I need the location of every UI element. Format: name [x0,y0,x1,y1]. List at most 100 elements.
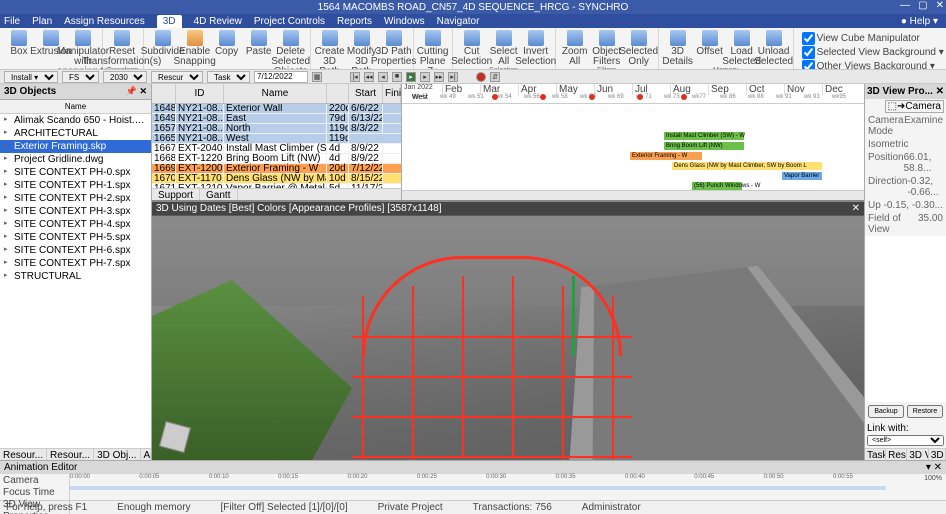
settings-select[interactable]: Install ▾ [4,71,58,83]
ribbon-enable-snapping[interactable]: Enable Snapping [180,30,210,67]
gantt-scrollbar[interactable] [402,190,864,200]
col-start[interactable]: Start [349,84,383,103]
gantt-bar[interactable]: Bring Boom Lift (NW) [664,142,744,150]
viewport-close-icon[interactable]: ✕ [852,203,860,214]
ribbon-paste[interactable]: Paste [244,30,274,57]
ribbon-invert-selection[interactable]: Invert Selection [521,30,551,67]
col-fin[interactable]: Fini... [383,84,401,103]
props-close-icon[interactable]: ✕ [936,86,944,97]
menu-file[interactable]: File [4,16,20,27]
grid-tab[interactable]: Gantt [200,189,237,200]
toggle-selected-view-background-[interactable]: Selected View Background ▾ [802,46,944,59]
settings-select[interactable]: 2030 [103,71,147,83]
left-tab[interactable]: Resour... [47,449,94,460]
ribbon-cutting-plane-z-[interactable]: Cutting Plane Z▾ [418,30,448,70]
anim-timeline[interactable]: 0:00:000:00:050:00:100:00:150:00:200:00:… [70,474,886,514]
link-with-select[interactable]: <self> [867,435,944,446]
focus-date-input[interactable] [254,71,308,83]
tree-item[interactable]: Project Gridline.dwg [0,153,151,166]
ribbon-offset[interactable]: Offset [695,30,725,57]
tree-item[interactable]: SITE CONTEXT PH-0.spx [0,166,151,179]
camera-button[interactable]: ⬚➜Camera [885,100,944,113]
menu-windows[interactable]: Windows [384,16,425,27]
ribbon-unload-selected[interactable]: Unload Selected [759,30,789,67]
help-menu[interactable]: ● Help ▾ [901,16,938,27]
right-tab[interactable]: 3D Vi... [907,449,929,460]
gantt-bar[interactable]: Install Mast Climber (SW) - W [664,132,744,140]
ribbon-3d-path-properties[interactable]: 3D Path Properties [379,30,409,67]
rewind-icon[interactable]: ◂◂ [364,72,374,82]
gantt-chart[interactable]: Jan 2022 FebMarAprMayJunJulAugSepOctNovD… [402,84,864,200]
tree-item[interactable]: SITE CONTEXT PH-5.spx [0,231,151,244]
menu-4d-review[interactable]: 4D Review [194,16,242,27]
toggle-view-cube-manipulator[interactable]: View Cube Manipulator [802,32,944,45]
settings-select[interactable]: Rescur [151,71,203,83]
ribbon-object-filters[interactable]: Object Filters [592,30,622,67]
left-tab[interactable]: Appear... [141,449,151,460]
fwd-icon[interactable]: ▸▸ [434,72,444,82]
gantt-bar[interactable]: Dens Glass (NW by Mast Climber, SW by Bo… [672,162,822,170]
anim-track-label[interactable]: Camera [3,475,66,487]
tree-item[interactable]: SITE CONTEXT PH-3.spx [0,205,151,218]
backup-button[interactable]: Backup [868,405,904,418]
ribbon-copy[interactable]: Copy [212,30,242,57]
gantt-bar[interactable]: Vapor Barrier [782,172,822,180]
anim-close-icon[interactable]: ▾ ✕ [926,462,942,473]
tree-item[interactable]: ARCHITECTURAL [0,127,151,140]
col-name[interactable]: Name [224,84,327,103]
settings-select[interactable]: Task [207,71,250,83]
viewport-3d[interactable]: 3D Using Dates [Best] Colors [Appearance… [152,202,864,460]
record-icon[interactable] [476,72,486,82]
gantt-bar[interactable]: Exterior Framing - W [630,152,702,160]
tree-item[interactable]: SITE CONTEXT PH-4.spx [0,218,151,231]
rewind-full-icon[interactable]: |◂ [350,72,360,82]
menu-3d[interactable]: 3D [157,15,182,28]
link-icon[interactable]: ⇵ [490,72,500,82]
toggle-other-views-background-[interactable]: Other Views Background ▾ [802,60,944,70]
left-tab[interactable]: Resour... [0,449,47,460]
minimize-icon[interactable]: — [900,0,910,11]
tree-item[interactable]: SITE CONTEXT PH-7.spx [0,257,151,270]
close-icon[interactable]: ✕ [936,0,944,11]
col-id[interactable]: ID [176,84,224,103]
ribbon-selected-only[interactable]: Selected Only [624,30,654,67]
cal-icon[interactable]: ▦ [312,72,322,82]
maximize-icon[interactable]: ▢ [918,0,927,11]
restore-button[interactable]: Restore [907,405,943,418]
stop-icon[interactable]: ■ [392,72,402,82]
tree-item[interactable]: STRUCTURAL [0,270,151,281]
right-tab[interactable]: Task ... [865,449,886,460]
pin-icon[interactable]: 📌 ✕ [126,86,147,97]
settings-select[interactable]: FS [62,71,99,83]
left-tab[interactable]: 3D Obj... [94,449,140,460]
menu-plan[interactable]: Plan [32,16,52,27]
right-tab[interactable]: Reso... [886,449,907,460]
ribbon-3d-details[interactable]: 3D Details [663,30,693,67]
play-icon[interactable]: ▸ [406,72,416,82]
grid-tab[interactable]: Support [152,189,200,200]
ribbon-reset-transformation-s-[interactable]: Reset Transformation(s) [107,30,137,67]
tree-item[interactable]: SITE CONTEXT PH-6.spx [0,244,151,257]
ribbon-cut-selection[interactable]: Cut Selection [457,30,487,67]
ribbon-delete-selected-objects[interactable]: Delete Selected Objects [276,30,306,70]
menu-project-controls[interactable]: Project Controls [254,16,325,27]
scene[interactable] [152,216,864,460]
tree-item[interactable]: Alimak Scando 650 - Hoist.skp [0,114,151,127]
col-dur[interactable] [327,84,349,103]
ribbon-create-3d-path[interactable]: Create 3D Path [315,30,345,70]
step-fwd-icon[interactable]: ▸ [420,72,430,82]
ribbon-zoom-all[interactable]: Zoom All [560,30,590,67]
menu-reports[interactable]: Reports [337,16,372,27]
tree-item[interactable]: SITE CONTEXT PH-2.spx [0,192,151,205]
ribbon-load-selected[interactable]: Load Selected [727,30,757,67]
fwd-full-icon[interactable]: ▸| [448,72,458,82]
right-tab[interactable]: 3D ... [929,449,946,460]
gantt-bar[interactable]: (56) Punch Windows - W [692,182,742,190]
anim-track-label[interactable]: Focus Time [3,487,66,499]
menu-assign-resources[interactable]: Assign Resources [64,16,145,27]
menu-navigator[interactable]: Navigator [437,16,480,27]
objects-col-header[interactable]: Name [0,100,151,114]
step-back-icon[interactable]: ◂ [378,72,388,82]
tree-item[interactable]: Exterior Framing.skp [0,140,151,153]
tree-item[interactable]: SITE CONTEXT PH-1.spx [0,179,151,192]
